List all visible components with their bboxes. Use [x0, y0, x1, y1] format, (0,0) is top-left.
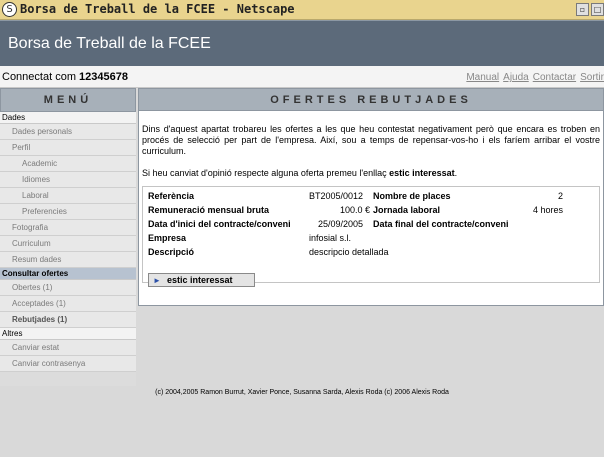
window-titlebar: S Borsa de Treball de la FCEE - Netscape…	[0, 0, 604, 20]
top-links: Manual Ajuda Contactar Sortir	[462, 72, 604, 83]
sidebar-item-laboral[interactable]: Laboral	[0, 188, 136, 204]
note-prefix: Si heu canviat d'opinió respecte alguna …	[142, 168, 387, 178]
offer-start-value: 25/09/2005	[318, 219, 364, 229]
window-controls: ▫ □	[576, 3, 604, 16]
offer-company-value: infosial s.l.	[309, 233, 352, 243]
connected-status: Connectat com 12345678	[2, 71, 128, 83]
offer-description-value: descripcio detallada	[309, 247, 389, 257]
menu-title: MENÚ	[0, 88, 136, 112]
offer-ref-value: BT2005/0012	[309, 191, 364, 201]
sidebar-item-perfil[interactable]: Perfil	[0, 140, 136, 156]
section-dades: Dades	[0, 112, 136, 124]
change-note: Si heu canviat d'opinió respecte alguna …	[142, 168, 600, 178]
section-consultar-ofertes: Consultar ofertes	[0, 268, 136, 280]
note-link-text: estic interessat	[389, 168, 455, 178]
offer-start-label: Data d'inici del contracte/conveni	[148, 219, 291, 229]
offer-salary-value: 100.0 €	[339, 205, 370, 215]
offer-salary-label: Remuneració mensual bruta	[148, 205, 270, 215]
offer-card: Referència BT2005/0012 Nombre de places …	[142, 186, 600, 287]
manual-link[interactable]: Manual	[466, 72, 499, 83]
page-title: OFERTES REBUTJADES	[139, 89, 603, 111]
offer-ref-label: Referència	[148, 191, 195, 201]
connected-prefix: Connectat com	[2, 71, 76, 83]
sidebar-item-canviar-estat[interactable]: Canviar estat	[0, 340, 136, 356]
sidebar-item-idiomes[interactable]: Idiomes	[0, 172, 136, 188]
site-header: Borsa de Treball de la FCEE	[0, 20, 604, 66]
offer-company-label: Empresa	[148, 233, 187, 243]
page-footer: (c) 2004,2005 Ramon Burrut, Xavier Ponce…	[155, 389, 449, 396]
netscape-app-icon[interactable]: S	[2, 2, 17, 17]
sidebar-item-academic[interactable]: Academic	[0, 156, 136, 172]
offer-hours-label: Jornada laboral	[373, 205, 441, 215]
sidebar-item-rebutjades[interactable]: Rebutjades (1)	[0, 312, 136, 328]
window-title: Borsa de Treball de la FCEE - Netscape	[20, 2, 295, 16]
sidebar-item-dades-personals[interactable]: Dades personals	[0, 124, 136, 140]
sidebar-item-canviar-contrasenya[interactable]: Canviar contrasenya	[0, 356, 136, 372]
section-altres: Altres	[0, 328, 136, 340]
link-arrow-icon: ►	[153, 276, 161, 285]
sidebar-menu: MENÚ Dades Dades personals Perfil Academ…	[0, 88, 136, 386]
user-id: 12345678	[79, 71, 128, 83]
offer-end-label: Data final del contracte/conveni	[373, 219, 509, 229]
main-panel: OFERTES REBUTJADES Dins d'aquest apartat…	[138, 88, 604, 306]
sidebar-item-resum-dades[interactable]: Resum dades	[0, 252, 136, 268]
offer-hours-value: 4 hores	[532, 205, 563, 215]
sortir-link[interactable]: Sortir	[580, 72, 604, 83]
sidebar-item-curriculum[interactable]: Curriculum	[0, 236, 136, 252]
estic-interessat-button[interactable]: ► estic interessat	[148, 273, 255, 287]
note-suffix: .	[454, 168, 458, 178]
maximize-icon[interactable]: □	[591, 3, 604, 16]
sidebar-item-obertes[interactable]: Obertes (1)	[0, 280, 136, 296]
intro-text: Dins d'aquest apartat trobareu les ofert…	[142, 124, 600, 156]
minimize-icon[interactable]: ▫	[576, 3, 589, 16]
user-infobar: Connectat com 12345678 Manual Ajuda Contac…	[0, 66, 604, 88]
site-title: Borsa de Treball de la FCEE	[8, 35, 211, 52]
offer-places-label: Nombre de places	[373, 191, 451, 201]
offer-description-label: Descripció	[148, 247, 195, 257]
offer-places-value: 2	[557, 191, 563, 201]
sidebar-item-fotografia[interactable]: Fotografia	[0, 220, 136, 236]
sidebar-item-preferencies[interactable]: Preferencies	[0, 204, 136, 220]
ajuda-link[interactable]: Ajuda	[503, 72, 529, 83]
sidebar-item-acceptades[interactable]: Acceptades (1)	[0, 296, 136, 312]
estic-interessat-label: estic interessat	[167, 275, 233, 285]
contactar-link[interactable]: Contactar	[533, 72, 576, 83]
